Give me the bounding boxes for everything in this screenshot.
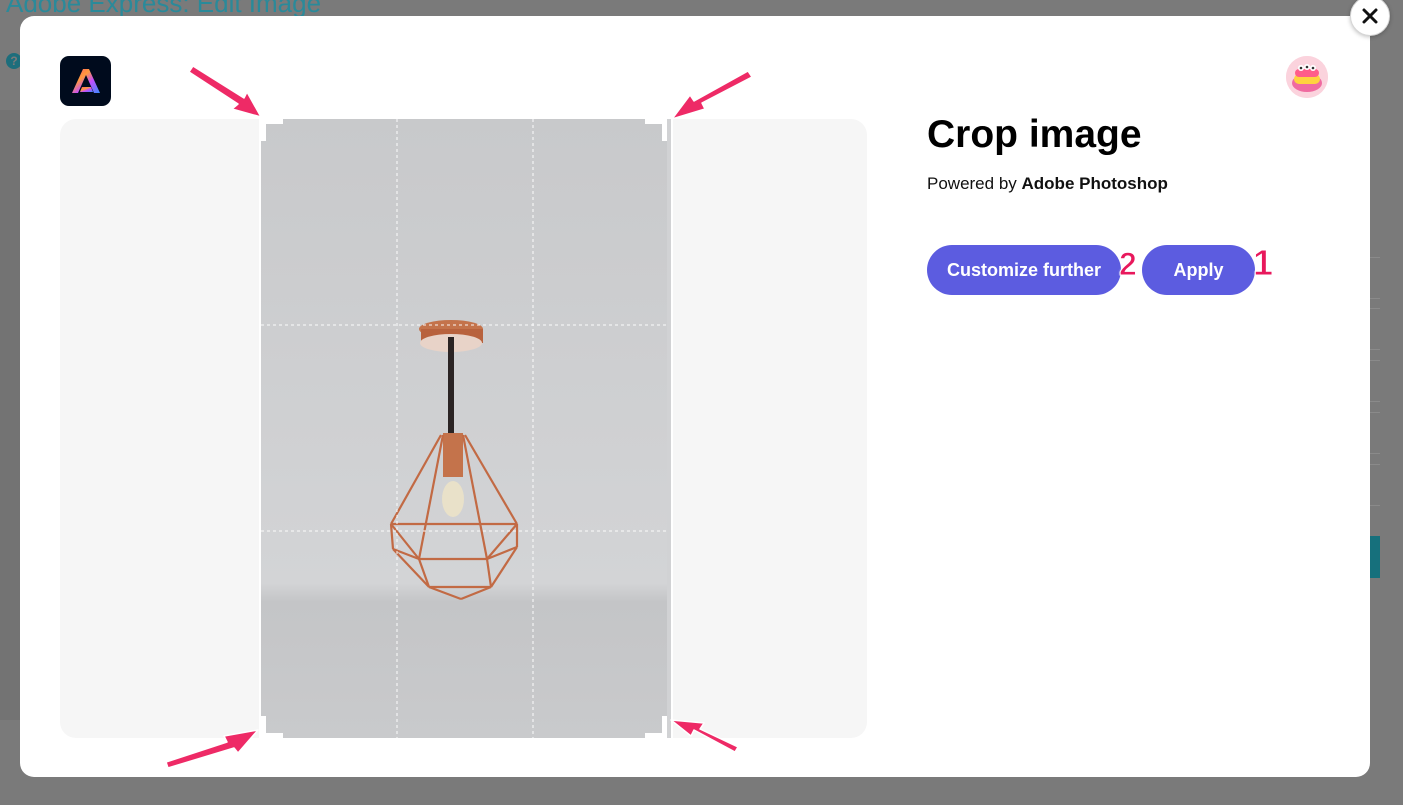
powered-by-text: Powered by Adobe Photoshop: [927, 174, 1168, 194]
crop-canvas: [60, 119, 867, 738]
adobe-express-logo: [60, 56, 111, 106]
background-panel: [0, 110, 20, 720]
annotation-number-1: 1: [1252, 242, 1274, 284]
annotation-number-2: 2: [1119, 246, 1138, 283]
customize-further-button[interactable]: Customize further: [927, 245, 1121, 295]
modal-title: Crop image: [927, 113, 1142, 156]
close-icon: [1362, 8, 1378, 24]
lamp-photo: [261, 119, 667, 738]
apply-button[interactable]: Apply: [1142, 245, 1255, 295]
user-avatar[interactable]: [1286, 56, 1328, 98]
crop-image-modal: Crop image Powered by Adobe Photoshop Cu…: [20, 16, 1370, 777]
powered-brand: Adobe Photoshop: [1021, 174, 1168, 193]
close-button[interactable]: [1350, 0, 1390, 36]
crop-frame[interactable]: [259, 119, 673, 738]
powered-prefix: Powered by: [927, 174, 1017, 193]
